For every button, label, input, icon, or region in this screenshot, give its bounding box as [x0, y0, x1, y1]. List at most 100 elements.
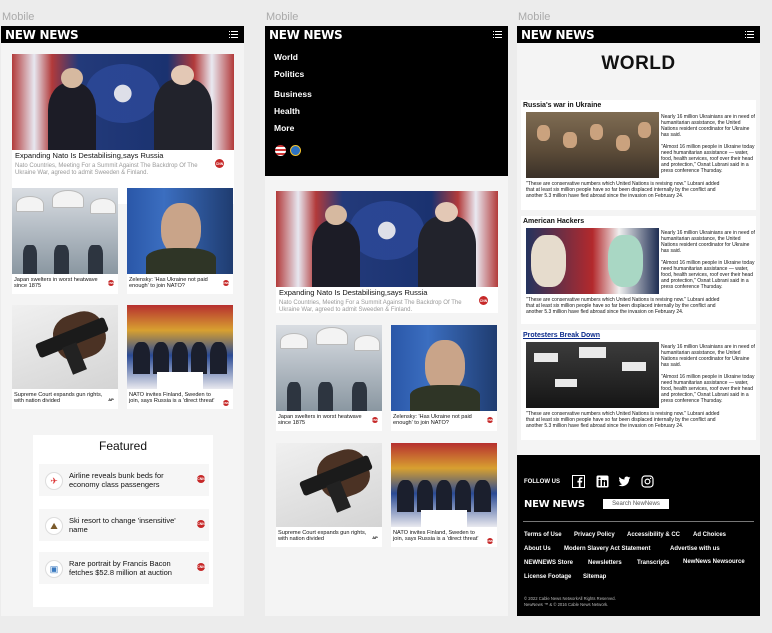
hero-title[interactable]: Expanding Nato Is Destabilising,says Rus… [15, 151, 215, 160]
footer-search-input[interactable]: Search NewNews [603, 499, 669, 509]
featured-item-2[interactable]: ⛰ Ski resort to change 'insensitive' nam… [39, 509, 209, 541]
article-heading[interactable]: American Hackers [523, 218, 584, 225]
ap-badge: AP [108, 396, 114, 402]
instagram-icon[interactable] [641, 475, 654, 488]
zelensky-image [391, 325, 497, 411]
nav-item-business[interactable]: Business [274, 89, 312, 99]
article-heading[interactable]: Russia's war in Ukraine [523, 102, 601, 109]
grid-caption-2[interactable]: Zelensky: 'Has Ukraine not paid enough' … [129, 277, 219, 290]
hero-title[interactable]: Expanding Nato Is Destabilising,says Rus… [279, 288, 479, 297]
ap-badge: AP [372, 534, 378, 540]
zelensky-image [127, 188, 233, 274]
cnn-badge: CNN [222, 280, 230, 286]
twitter-icon[interactable] [618, 475, 631, 488]
footer: FOLLOW US NEW NEWS Search NewNews Terms … [517, 455, 760, 616]
grid-caption-1[interactable]: Japan swelters in worst heatwave since 1… [278, 414, 366, 427]
footer-link[interactable]: NEWNEWS Store [524, 560, 573, 566]
gun-image [12, 305, 118, 389]
phone-home: NEW NEWS Expanding Nato Is Destabilising… [1, 26, 244, 616]
menu-icon[interactable] [229, 31, 238, 38]
us-flag-icon[interactable] [275, 145, 286, 156]
footer-link[interactable]: Sitemap [583, 574, 606, 580]
grid-card-3[interactable]: Supreme Court expands gun rights, with n… [12, 305, 118, 409]
finland-image [127, 305, 233, 389]
heatwave-image [12, 188, 118, 274]
article-image [526, 112, 659, 178]
region-flag-icon[interactable] [290, 145, 301, 156]
grid-card-1[interactable]: Japan swelters in worst heatwave since 1… [276, 325, 382, 431]
grid-card-3[interactable]: Supreme Court expands gun rights, with n… [276, 443, 382, 547]
grid-card-1[interactable]: Japan swelters in worst heatwave since 1… [12, 188, 118, 294]
featured-item-1[interactable]: ✈ Airline reveals bunk beds for economy … [39, 464, 209, 496]
footer-link[interactable]: Modern Slavery Act Statement [564, 546, 650, 552]
grid-card-4[interactable]: NATO invites Finland, Sweden to join, sa… [127, 305, 233, 409]
top-bar: NEW NEWS [265, 26, 508, 43]
nav-item-more[interactable]: More [274, 123, 294, 133]
linkedin-icon[interactable] [596, 475, 609, 488]
phone-menu-open: NEW NEWS World Politics Business Health … [265, 26, 508, 616]
finland-image [391, 443, 497, 527]
grid-caption-4[interactable]: NATO invites Finland, Sweden to join, sa… [129, 392, 221, 405]
hero-image [276, 191, 498, 287]
featured-item-text: Ski resort to change 'insensitive' name [69, 516, 176, 535]
article-bottom-text: "These are conservative numbers which Un… [526, 181, 720, 199]
world-article-2[interactable]: American Hackers Nearly 16 million Ukrai… [521, 216, 756, 324]
copyright-text: © 2022 Cable News NetworkAll Rights Rese… [524, 596, 616, 601]
phone-world: NEW NEWS WORLD Russia's war in Ukraine N… [517, 26, 760, 616]
grid-card-2[interactable]: Zelensky: 'Has Ukraine not paid enough' … [391, 325, 497, 431]
footer-link[interactable]: About Us [524, 546, 551, 552]
menu-icon[interactable] [493, 31, 502, 38]
article-heading[interactable]: Protesters Break Down [523, 332, 600, 339]
featured-item-3[interactable]: ▣ Rare portrait by Francis Bacon fetches… [39, 552, 209, 584]
nav-item-politics[interactable]: Politics [274, 69, 304, 79]
footer-link[interactable]: Newsletters [588, 560, 622, 566]
grid-caption-1[interactable]: Japan swelters in worst heatwave since 1… [14, 277, 102, 290]
footer-link[interactable]: Privacy Policy [574, 532, 615, 538]
cnn-badge: CNN [486, 538, 494, 544]
cnn-badge: CNN [486, 417, 494, 423]
cnn-badge: CNN [107, 280, 115, 286]
hero-card[interactable]: Expanding Nato Is Destabilising,says Rus… [276, 191, 498, 313]
footer-link[interactable]: Transcripts [637, 560, 669, 566]
grid-caption-3[interactable]: Supreme Court expands gun rights, with n… [14, 392, 106, 405]
footer-link[interactable]: License Footage [524, 574, 571, 580]
featured-panel: Featured ✈ Airline reveals bunk beds for… [33, 435, 213, 607]
nav-item-health[interactable]: Health [274, 106, 300, 116]
follow-us-label: FOLLOW US [524, 479, 560, 485]
logo[interactable]: NEW NEWS [521, 28, 595, 42]
cnn-badge: CNN [479, 296, 488, 305]
article-bottom-text: "These are conservative numbers which Un… [526, 297, 720, 315]
hero-image [12, 54, 234, 150]
hero-card[interactable]: Expanding Nato Is Destabilising,says Rus… [12, 54, 234, 204]
cnn-badge: CNN [215, 159, 224, 168]
grid-caption-4[interactable]: NATO invites Finland, Sweden to join, sa… [393, 530, 485, 543]
cnn-badge: CNN [197, 520, 205, 528]
logo[interactable]: NEW NEWS [5, 28, 79, 42]
world-article-1[interactable]: Russia's war in Ukraine Nearly 16 millio… [521, 100, 756, 210]
grid-caption-3[interactable]: Supreme Court expands gun rights, with n… [278, 530, 370, 543]
trademark-text: NewNews ™ & © 2016 Cable News Network. [524, 602, 609, 607]
featured-item-text: Rare portrait by Francis Bacon fetches $… [69, 559, 172, 578]
menu-icon[interactable] [745, 31, 754, 38]
footer-link[interactable]: Accessibility & CC [627, 532, 680, 538]
grid-card-4[interactable]: NATO invites Finland, Sweden to join, sa… [391, 443, 497, 547]
footer-logo[interactable]: NEW NEWS [524, 499, 585, 510]
top-bar: NEW NEWS [517, 26, 760, 43]
featured-title: Featured [98, 439, 148, 453]
cnn-badge: CNN [197, 563, 205, 571]
nav-item-world[interactable]: World [274, 52, 298, 62]
cnn-badge: CNN [371, 417, 379, 423]
grid-card-2[interactable]: Zelensky: 'Has Ukraine not paid enough' … [127, 188, 233, 294]
facebook-icon[interactable] [572, 475, 585, 488]
article-side-text: Nearly 16 million Ukrainians are in need… [661, 230, 755, 290]
grid-caption-2[interactable]: Zelensky: 'Has Ukraine not paid enough' … [393, 414, 483, 427]
world-article-3[interactable]: Protesters Break Down Nearly 16 million … [521, 330, 756, 440]
footer-link[interactable]: Terms of Use [524, 532, 562, 538]
footer-link[interactable]: NewNews Newsource [683, 559, 745, 565]
logo[interactable]: NEW NEWS [269, 28, 343, 42]
footer-link[interactable]: Advertise with us [670, 546, 720, 552]
airline-icon: ✈ [45, 472, 63, 490]
frame-label-1: Mobile [2, 11, 35, 23]
footer-link[interactable]: Ad Choices [693, 532, 726, 538]
hero-subtitle: Nato Countries, Meeting For a Summit Aga… [15, 163, 198, 176]
